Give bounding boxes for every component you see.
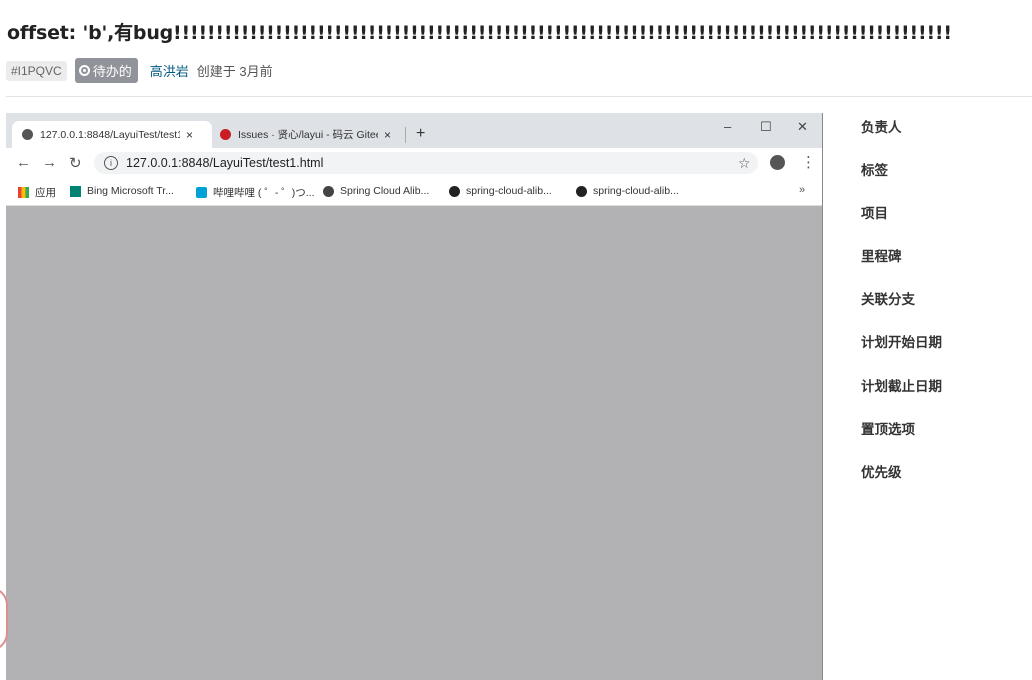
github-icon bbox=[449, 185, 460, 197]
author-link[interactable]: 高洪岩 bbox=[150, 61, 189, 80]
reload-icon[interactable]: ↻ bbox=[69, 154, 82, 172]
apps-icon bbox=[18, 187, 29, 198]
sidebar-item-pin[interactable]: 置顶选项 bbox=[861, 422, 1021, 465]
tab-label: 127.0.0.1:8848/LayuiTest/test1 bbox=[40, 128, 180, 141]
browser-tab-active[interactable]: 127.0.0.1:8848/LayuiTest/test1 × bbox=[12, 121, 212, 148]
bookmark-label: Spring Cloud Alib... bbox=[340, 185, 430, 197]
sidebar-item-start-date[interactable]: 计划开始日期 bbox=[861, 335, 1021, 378]
gitee-icon bbox=[220, 129, 231, 140]
tab-separator bbox=[405, 127, 406, 143]
sidebar-item-project[interactable]: 项目 bbox=[861, 206, 1021, 249]
back-icon[interactable]: ← bbox=[16, 154, 31, 171]
minimize-icon[interactable]: – bbox=[724, 119, 731, 134]
star-icon[interactable]: ☆ bbox=[738, 155, 751, 172]
sidebar-item-milestone[interactable]: 里程碑 bbox=[861, 249, 1021, 292]
bookmark-label: Bing Microsoft Tr... bbox=[87, 185, 174, 197]
browser-tab-bar: 127.0.0.1:8848/LayuiTest/test1 × Issues … bbox=[6, 113, 822, 148]
sidebar-item-priority[interactable]: 优先级 bbox=[861, 465, 1021, 508]
bookmark-github-1[interactable]: spring-cloud-alib... bbox=[449, 185, 552, 197]
close-window-icon[interactable]: ✕ bbox=[797, 119, 808, 135]
browser-toolbar: ← → ↻ i 127.0.0.1:8848/LayuiTest/test1.h… bbox=[6, 148, 822, 178]
sidebar-item-labels[interactable]: 标签 bbox=[861, 163, 1021, 206]
issue-id[interactable]: #I1PQVC bbox=[6, 60, 67, 81]
close-icon[interactable]: × bbox=[384, 128, 391, 142]
address-bar[interactable]: i 127.0.0.1:8848/LayuiTest/test1.html bbox=[94, 152, 758, 174]
open-state-icon bbox=[78, 65, 90, 76]
github-icon bbox=[576, 185, 587, 197]
bookmark-label: 应用 bbox=[35, 187, 56, 199]
status-label: 待办的 bbox=[92, 64, 132, 79]
account-icon[interactable] bbox=[770, 155, 785, 170]
bing-icon bbox=[70, 185, 81, 197]
bookmark-bilibili[interactable]: 哔哩哔哩 ( ゜- ゜)つ... bbox=[196, 185, 315, 200]
bookmark-github-2[interactable]: spring-cloud-alib... bbox=[576, 185, 679, 197]
divider bbox=[6, 96, 1032, 97]
created-time: 创建于 3月前 bbox=[196, 64, 273, 79]
forward-icon[interactable]: → bbox=[42, 154, 57, 171]
bookmarks-bar: 应用 Bing Microsoft Tr... 哔哩哔哩 ( ゜- ゜)つ...… bbox=[6, 178, 822, 206]
issue-meta: #I1PQVC 待办的 高洪岩 创建于 3月前 bbox=[6, 58, 273, 83]
more-bookmarks-icon[interactable]: » bbox=[799, 184, 805, 196]
bookmark-label: spring-cloud-alib... bbox=[466, 185, 552, 197]
bookmark-label: 哔哩哔哩 ( ゜- ゜)つ... bbox=[213, 187, 315, 199]
bilibili-icon bbox=[196, 187, 207, 198]
globe-icon bbox=[323, 185, 334, 197]
attached-screenshot[interactable]: 127.0.0.1:8848/LayuiTest/test1 × Issues … bbox=[6, 113, 823, 680]
kebab-menu-icon[interactable]: ⋮ bbox=[801, 153, 816, 171]
sidebar-item-assignee[interactable]: 负责人 bbox=[861, 120, 1021, 163]
url-text: 127.0.0.1:8848/LayuiTest/test1.html bbox=[126, 156, 324, 170]
bookmark-spring-cloud[interactable]: Spring Cloud Alib... bbox=[323, 185, 429, 197]
bookmark-apps[interactable]: 应用 bbox=[18, 185, 56, 200]
sidebar-item-due-date[interactable]: 计划截止日期 bbox=[861, 379, 1021, 422]
issue-title: offset: 'b',有bug!!!!!!!!!!!!!!!!!!!!!!!!… bbox=[7, 22, 952, 44]
bookmark-bing[interactable]: Bing Microsoft Tr... bbox=[70, 185, 174, 197]
status-badge[interactable]: 待办的 bbox=[74, 58, 138, 83]
new-tab-button[interactable]: + bbox=[416, 125, 425, 143]
globe-icon bbox=[22, 129, 33, 140]
bookmark-label: spring-cloud-alib... bbox=[593, 185, 679, 197]
info-icon[interactable]: i bbox=[104, 156, 118, 170]
browser-tab-gitee[interactable]: Issues · 贤心/layui - 码云 Gitee × bbox=[214, 121, 404, 148]
maximize-icon[interactable]: ☐ bbox=[760, 119, 772, 135]
issue-sidebar: 负责人 标签 项目 里程碑 关联分支 计划开始日期 计划截止日期 置顶选项 优先… bbox=[861, 120, 1021, 508]
tab-label: Issues · 贤心/layui - 码云 Gitee bbox=[238, 129, 378, 141]
sidebar-item-branch[interactable]: 关联分支 bbox=[861, 292, 1021, 335]
close-icon[interactable]: × bbox=[186, 128, 193, 142]
